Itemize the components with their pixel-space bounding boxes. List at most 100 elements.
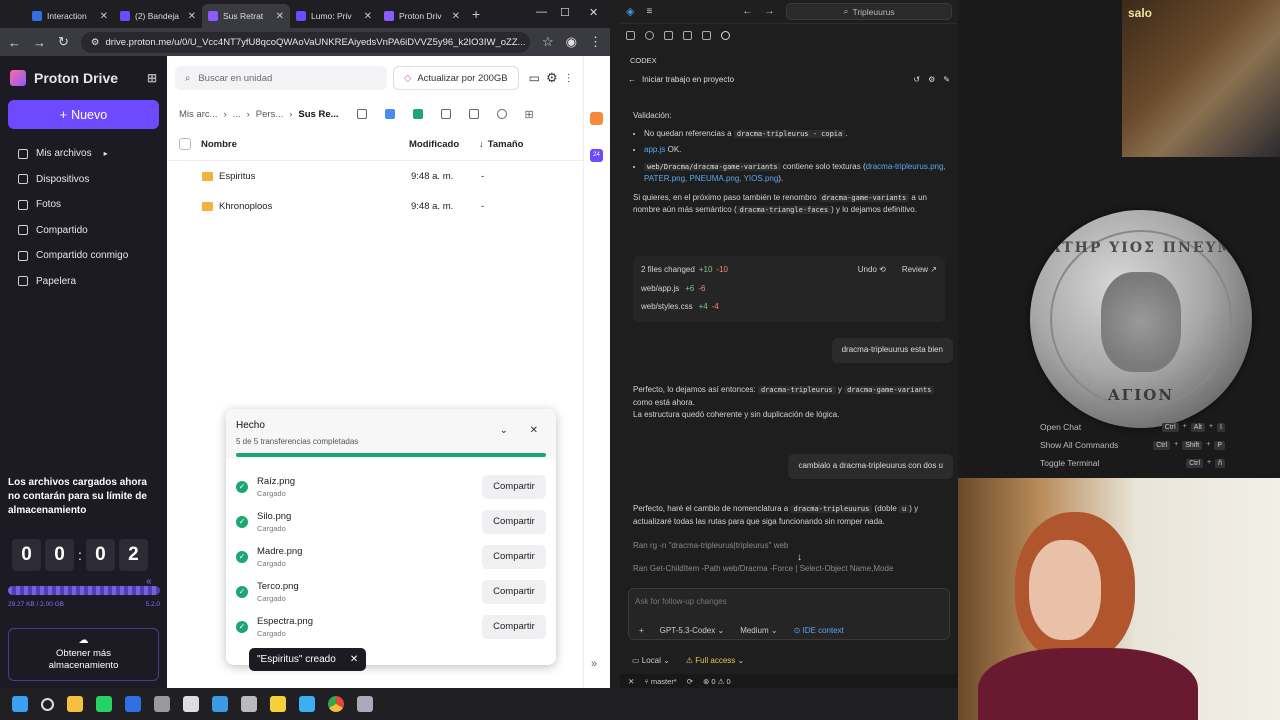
new-chat-icon[interactable]: ✎ [943, 75, 950, 84]
column-size[interactable]: Tamaño [488, 139, 524, 150]
close-transfers-icon[interactable]: ✕ [530, 425, 538, 436]
effort-select[interactable]: Medium ⌄ [740, 626, 777, 635]
url-field[interactable]: ⚙ drive.proton.me/u/0/U_Vcc4NT7yfU8qcoQW… [80, 31, 530, 53]
close-window-icon[interactable]: ✕ [589, 6, 598, 19]
expand-arrow-icon[interactable]: ▸ [104, 149, 108, 158]
chat-input[interactable]: Ask for follow-up changes + GPT-5.3-Code… [628, 588, 950, 640]
gear-app-icon[interactable] [357, 696, 373, 712]
tool-run[interactable]: Ran Get-ChildItem -Path web/Dracma -Forc… [620, 563, 906, 576]
command-hint[interactable]: Toggle Terminal Ctrl + ñ [1040, 454, 1225, 472]
chrome-icon[interactable] [328, 696, 344, 712]
site-info-icon[interactable]: ⚙ [91, 37, 100, 48]
model-select[interactable]: GPT-5.3-Codex ⌄ [660, 626, 725, 635]
sync-icon[interactable]: ⟳ [687, 677, 693, 686]
sidebar-item[interactable]: Mis archivos ▸ [0, 141, 167, 167]
menu-icon[interactable]: ≡ [646, 6, 652, 17]
history-icon[interactable]: ↺ [913, 75, 920, 84]
sidebar-item[interactable]: Dispositivos [0, 167, 167, 193]
column-name[interactable]: Nombre [201, 139, 409, 150]
browser-tab[interactable]: Interaction ✕ [26, 4, 114, 28]
problems-indicator[interactable]: ⊗ 0 ⚠ 0 [703, 677, 731, 686]
back-icon[interactable]: ← [742, 6, 752, 17]
search-input[interactable]: ⌕ Buscar en unidad [175, 66, 387, 90]
upload-folder-icon[interactable] [440, 109, 451, 119]
whatsapp-icon[interactable] [96, 696, 112, 712]
apps-grid-icon[interactable]: ⊞ [147, 71, 157, 85]
close-tab-icon[interactable]: ✕ [452, 11, 460, 22]
new-tab-button[interactable]: + [472, 6, 480, 22]
files-icon[interactable] [154, 696, 170, 712]
sort-arrow-icon[interactable]: ↓ [479, 139, 484, 150]
upgrade-button[interactable]: ◇ Actualizar por 200GB [393, 66, 519, 90]
upload-file-icon[interactable] [468, 109, 479, 119]
remote-icon[interactable]: ✕ [628, 677, 634, 686]
share-button[interactable]: Compartir [482, 509, 546, 534]
column-modified[interactable]: Modificado [409, 139, 479, 150]
environment-select[interactable]: ▭ Local ⌄ [632, 656, 670, 665]
file-link[interactable]: app.js [644, 145, 665, 154]
changed-file-row[interactable]: web/styles.css +4 -4 [641, 301, 937, 314]
file-explorer-icon[interactable] [67, 696, 83, 712]
notepad-icon[interactable] [299, 696, 315, 712]
codex-icon[interactable] [721, 30, 730, 40]
desktop-app-icon[interactable]: ▭ [529, 71, 540, 85]
settings-gear-icon[interactable] [241, 696, 257, 712]
run-debug-icon[interactable] [683, 30, 692, 40]
close-tab-icon[interactable]: ✕ [276, 11, 284, 22]
share-icon[interactable] [496, 109, 507, 119]
browser-tab[interactable]: Proton Driv ✕ [378, 4, 466, 28]
maximize-icon[interactable]: ☐ [560, 6, 570, 19]
share-button[interactable]: Compartir [482, 579, 546, 604]
minimize-icon[interactable]: — [536, 6, 547, 18]
calendar-date-icon[interactable]: 24 [590, 149, 603, 162]
menu-icon[interactable]: ⋮ [589, 34, 602, 50]
close-tab-icon[interactable]: ✕ [100, 11, 108, 22]
close-tab-icon[interactable]: ✕ [364, 11, 372, 22]
new-button[interactable]: + Nuevo [8, 100, 159, 129]
settings-icon[interactable]: ⚙ [546, 70, 558, 86]
new-folder-icon[interactable] [356, 109, 367, 119]
source-control-icon[interactable] [664, 30, 673, 40]
explorer-icon[interactable] [626, 30, 635, 40]
reload-icon[interactable]: ↻ [58, 34, 69, 50]
branch-indicator[interactable]: ⑂ master* [644, 677, 676, 686]
sidebar-item[interactable]: Papelera [0, 269, 167, 295]
docs-icon[interactable] [384, 109, 395, 119]
access-select[interactable]: ⚠ Full access ⌄ [686, 656, 744, 665]
command-hint[interactable]: Show All Commands Ctrl + Shift + P [1040, 436, 1225, 454]
more-menu-icon[interactable]: ⋮ [564, 73, 574, 84]
notes-icon[interactable] [270, 696, 286, 712]
settings-icon[interactable]: ⚙ [928, 75, 935, 84]
store-icon[interactable] [125, 696, 141, 712]
browser-tab[interactable]: Lumo: Priv ✕ [290, 4, 378, 28]
file-row[interactable]: Espiritus 9:48 a. m. - [167, 161, 610, 191]
review-button[interactable]: Review ↗ [902, 264, 937, 277]
close-tab-icon[interactable]: ✕ [188, 11, 196, 22]
changed-file-row[interactable]: web/app.js +6 -6 [641, 283, 937, 296]
chatgpt-icon[interactable] [183, 696, 199, 712]
breadcrumb-item[interactable]: ... [233, 109, 241, 120]
back-icon[interactable]: ← [8, 35, 21, 50]
share-button[interactable]: Compartir [482, 614, 546, 639]
extensions-icon[interactable] [702, 30, 711, 40]
undo-button[interactable]: Undo ⟲ [858, 264, 886, 277]
breadcrumb-item[interactable]: Mis arc... [179, 109, 218, 120]
sheets-icon[interactable] [412, 109, 423, 119]
breadcrumb-item[interactable]: Pers... [256, 109, 283, 120]
command-center[interactable]: ⌕ Tripleuurus [786, 3, 952, 20]
back-arrow-icon[interactable]: ← [628, 75, 636, 84]
search-view-icon[interactable] [645, 30, 654, 40]
share-button[interactable]: Compartir [482, 474, 546, 499]
windows-start-icon[interactable] [12, 696, 28, 712]
sidebar-item[interactable]: Compartido [0, 218, 167, 244]
toast-close-icon[interactable]: ✕ [350, 654, 358, 665]
bookmark-star-icon[interactable]: ☆ [542, 34, 554, 50]
grid-view-icon[interactable]: ⊞ [525, 108, 534, 121]
get-more-storage-button[interactable]: ☁ Obtener más almacenamiento [8, 628, 159, 681]
profile-icon[interactable]: ◉ [566, 34, 577, 50]
calendar-app-icon[interactable] [590, 112, 603, 125]
minimize-chevron-icon[interactable]: ⌄ [500, 425, 508, 436]
sidebar-item[interactable]: Compartido conmigo [0, 243, 167, 269]
command-hint[interactable]: Open Chat Ctrl + Alt + I [1040, 418, 1225, 436]
forward-icon[interactable]: → [764, 6, 774, 17]
